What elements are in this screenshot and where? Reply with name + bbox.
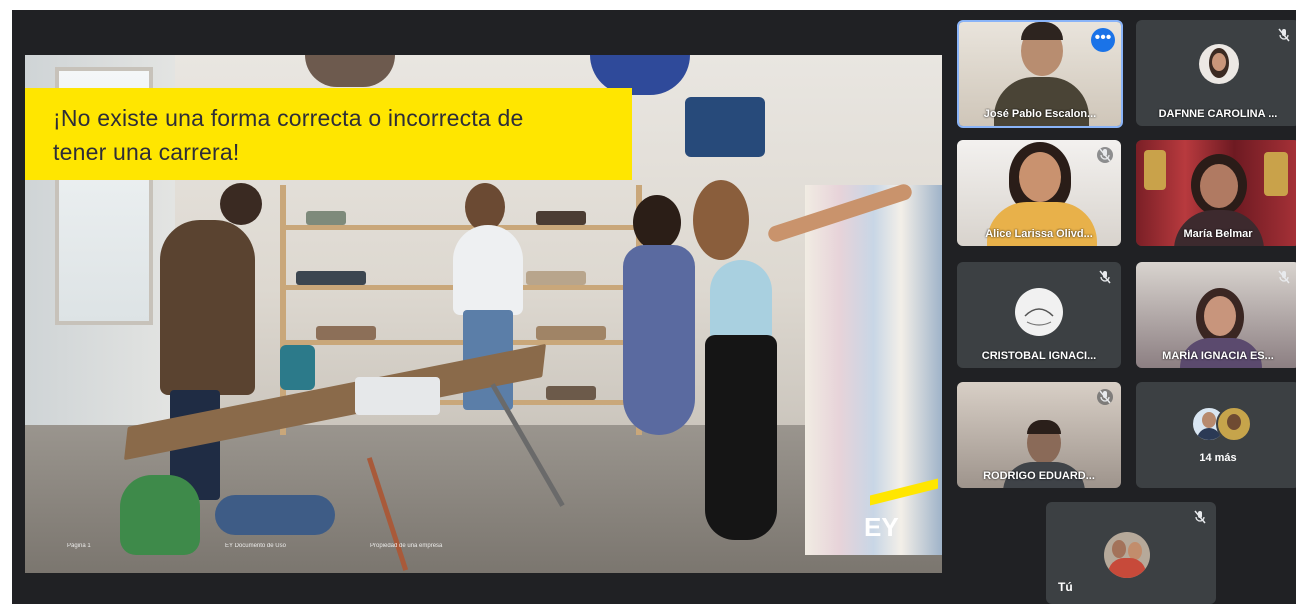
slide-photo-person [220,183,262,225]
mic-off-icon [1192,509,1208,525]
participant-tile-jose-pablo[interactable]: ••• José Pablo Escalon... [957,20,1123,128]
mic-off-icon [1097,389,1113,405]
shared-presentation: ¡No existe una forma correcta o incorrec… [25,55,942,573]
slide-footer-doc: EY Documento de Uso [225,543,286,549]
meeting-window: ¡No existe una forma correcta o incorrec… [12,10,1296,604]
participant-tile-rodrigo[interactable]: RODRIGO EDUARD... [957,382,1121,488]
slide-photo-basket [305,55,395,87]
participant-tile-maria-belmar[interactable]: María Belmar [1136,140,1296,246]
participant-tile-dafnne[interactable]: DAFNNE CAROLINA ... [1136,20,1296,126]
participant-tile-self[interactable]: Tú [1046,502,1216,604]
participant-name: DAFNNE CAROLINA ... [1158,108,1278,120]
participant-name: MARÍA IGNACIA ES... [1162,350,1274,362]
avatar [1104,532,1150,578]
slide-footer-owner: Propiedad de una empresa [370,543,443,549]
mic-off-icon [1276,269,1292,285]
slide-photo-items-on-table [280,345,315,390]
participant-name: Alice Larissa Olivd... [985,228,1093,240]
avatar [1015,288,1063,336]
self-label: Tú [1058,580,1073,594]
slide-photo-pillow [685,97,765,157]
participant-tile-overflow[interactable]: 14 más [1136,382,1296,488]
mic-off-icon [1097,147,1113,163]
more-options-icon[interactable]: ••• [1091,28,1115,52]
avatar [1216,406,1252,442]
mic-off-icon [1097,269,1113,285]
slide-title-banner: ¡No existe una forma correcta o incorrec… [25,88,632,180]
participant-name: María Belmar [1183,228,1253,240]
slide-footer-page: Página 1 [67,543,91,549]
participant-name: CRISTOBAL IGNACI... [981,350,1097,362]
ey-logo: EY [864,478,938,543]
participant-name: José Pablo Escalon... [983,108,1097,120]
slide-photo-person [693,180,749,260]
avatar [1199,44,1239,84]
slide-photo-person [633,195,681,250]
participant-name: RODRIGO EDUARD... [983,470,1095,482]
participant-tile-cristobal[interactable]: CRISTOBAL IGNACI... [957,262,1121,368]
more-participants-count: 14 más [1199,452,1237,464]
participant-tile-maria-ignacia[interactable]: MARÍA IGNACIA ES... [1136,262,1296,368]
ey-logo-text: EY [864,512,899,542]
mic-off-icon [1276,27,1292,43]
slide-title-line-2: tener una carrera! [53,139,240,165]
participant-tile-alice[interactable]: Alice Larissa Olivd... [957,140,1121,246]
slide-title-line-1: ¡No existe una forma correcta o incorrec… [53,105,524,131]
slide-photo-person [465,183,505,231]
